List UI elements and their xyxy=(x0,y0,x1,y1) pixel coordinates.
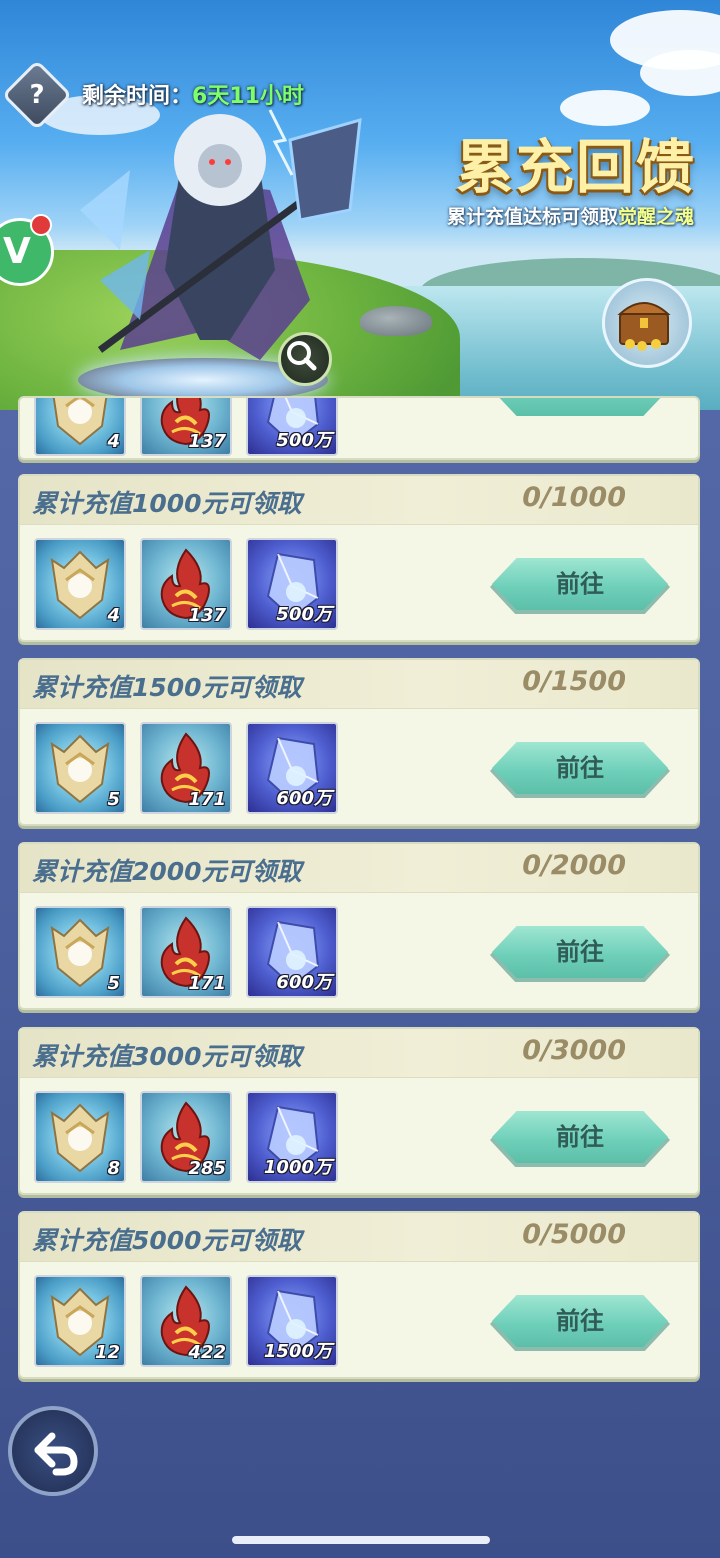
reward-tier-card: 累计充值2000元可领取 0/2000 5 171 600万 前往 xyxy=(18,842,700,1010)
back-arrow-icon xyxy=(34,1432,78,1476)
reward-item[interactable]: 4 xyxy=(34,398,126,456)
tier-progress: 0/5000 xyxy=(522,1219,626,1250)
reward-item[interactable]: 5 xyxy=(34,906,126,998)
tier-title: 累计充值3000元可领取 xyxy=(32,1042,302,1071)
reward-item[interactable]: 1500万 xyxy=(246,1275,338,1367)
timer-label: 剩余时间： xyxy=(82,84,193,109)
reward-tier-card: 累计充值1500元可领取 0/1500 5 171 600万 前往 xyxy=(18,658,700,826)
treasure-chest-button[interactable] xyxy=(602,278,692,368)
go-button-partial[interactable] xyxy=(492,398,668,416)
reward-tier-card: 累计充值1000元可领取 0/1000 4 137 500万 前往 xyxy=(18,474,700,642)
tier-title: 累计充值5000元可领取 xyxy=(32,1226,302,1255)
item-count: 600万 xyxy=(276,788,332,809)
tier-title: 累计充值2000元可领取 xyxy=(32,857,302,886)
item-count: 171 xyxy=(188,789,226,810)
item-count: 137 xyxy=(188,431,226,452)
tier-header: 累计充值1500元可领取 0/1500 xyxy=(20,660,698,709)
go-button[interactable]: 前往 xyxy=(492,1111,668,1163)
reward-item[interactable]: 137 xyxy=(140,398,232,456)
tier-progress: 0/1000 xyxy=(522,482,626,513)
item-count: 171 xyxy=(188,973,226,994)
reward-item[interactable]: 8 xyxy=(34,1091,126,1183)
item-count: 5 xyxy=(107,789,120,810)
timer-value: 6天11小时 xyxy=(192,84,304,109)
reward-tier-card-partial: 4 137 500万 xyxy=(18,396,700,460)
item-count: 600万 xyxy=(276,972,332,993)
tier-progress: 0/2000 xyxy=(522,850,626,881)
item-count: 5 xyxy=(107,973,120,994)
go-button[interactable]: 前往 xyxy=(492,742,668,794)
cloud xyxy=(640,50,720,96)
subtitle-highlight: 觉醒之魂 xyxy=(617,206,694,228)
home-indicator[interactable] xyxy=(232,1536,490,1544)
item-count: 1000万 xyxy=(263,1157,332,1178)
event-title: 累充回馈 xyxy=(455,133,696,201)
reward-item[interactable]: 285 xyxy=(140,1091,232,1183)
badge-letter: V xyxy=(3,231,31,272)
treasure-chest-icon xyxy=(617,302,671,351)
tier-title: 累计充值1500元可领取 xyxy=(32,673,302,702)
reward-item[interactable]: 500万 xyxy=(246,538,338,630)
reward-item[interactable]: 171 xyxy=(140,722,232,814)
go-button[interactable]: 前往 xyxy=(492,1295,668,1347)
tier-header: 累计充值5000元可领取 0/5000 xyxy=(20,1213,698,1262)
event-subtitle: 累计充值达标可领取觉醒之魂 xyxy=(447,202,694,229)
zoom-button[interactable] xyxy=(278,332,332,386)
tier-header: 累计充值2000元可领取 0/2000 xyxy=(20,844,698,893)
item-count: 137 xyxy=(188,605,226,626)
reward-item[interactable]: 422 xyxy=(140,1275,232,1367)
back-button[interactable] xyxy=(8,1406,98,1496)
reward-item[interactable]: 12 xyxy=(34,1275,126,1367)
notification-dot xyxy=(30,214,52,236)
go-button[interactable]: 前往 xyxy=(492,558,668,610)
item-count: 8 xyxy=(107,1158,120,1179)
reward-item[interactable]: 600万 xyxy=(246,722,338,814)
item-count: 1500万 xyxy=(263,1341,332,1362)
tier-title: 累计充值1000元可领取 xyxy=(32,489,302,518)
reward-item[interactable]: 600万 xyxy=(246,906,338,998)
subtitle-prefix: 累计充值达标可领取 xyxy=(446,206,618,228)
item-count: 422 xyxy=(188,1342,226,1363)
item-count: 4 xyxy=(107,605,120,626)
tier-header: 累计充值1000元可领取 0/1000 xyxy=(20,476,698,525)
item-count: 500万 xyxy=(276,430,332,451)
go-button[interactable]: 前往 xyxy=(492,926,668,978)
remaining-time: 剩余时间：6天11小时 xyxy=(82,78,304,110)
item-count: 285 xyxy=(188,1158,226,1179)
reward-item[interactable]: 137 xyxy=(140,538,232,630)
event-banner: ? V 剩余时间：6天11小时 累充回馈 累计充值达标可领取觉醒之魂 xyxy=(0,0,720,410)
tier-header: 累计充值3000元可领取 0/3000 xyxy=(20,1029,698,1078)
rock xyxy=(360,306,432,336)
item-count: 500万 xyxy=(276,604,332,625)
reward-item[interactable]: 4 xyxy=(34,538,126,630)
tier-progress: 0/3000 xyxy=(522,1035,626,1066)
reward-tier-card: 累计充值5000元可领取 0/5000 12 422 1500万 前往 xyxy=(18,1211,700,1379)
reward-item[interactable]: 1000万 xyxy=(246,1091,338,1183)
help-icon: ? xyxy=(29,80,45,110)
tier-progress: 0/1500 xyxy=(522,666,626,697)
zoom-icon xyxy=(287,341,317,371)
reward-item[interactable]: 500万 xyxy=(246,398,338,456)
reward-item[interactable]: 5 xyxy=(34,722,126,814)
item-count: 4 xyxy=(107,431,120,452)
reward-tier-card: 累计充值3000元可领取 0/3000 8 285 1000万 前往 xyxy=(18,1027,700,1195)
item-count: 12 xyxy=(94,1342,120,1363)
reward-item[interactable]: 171 xyxy=(140,906,232,998)
